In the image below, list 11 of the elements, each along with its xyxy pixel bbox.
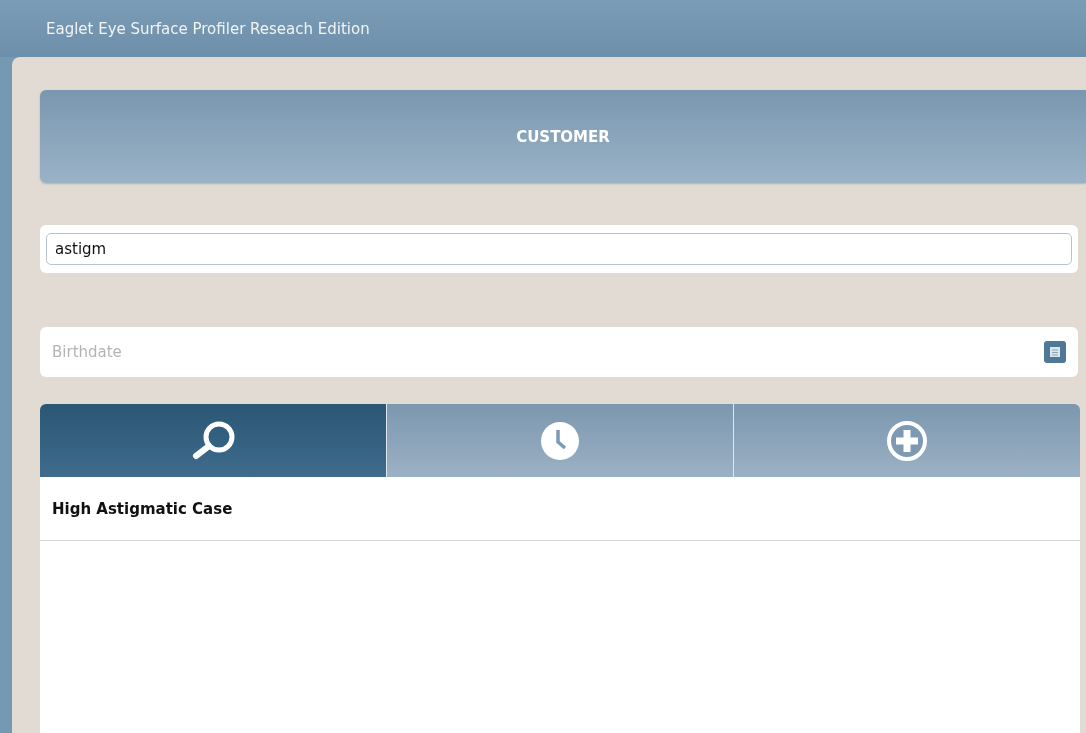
window-title: Eaglet Eye Surface Profiler Reseach Edition bbox=[46, 19, 370, 38]
result-item[interactable]: High Astigmatic Case bbox=[40, 477, 1080, 541]
tab[interactable] bbox=[40, 404, 386, 477]
header-title: CUSTOMER bbox=[516, 127, 610, 146]
birthdate-field[interactable]: Birthdate bbox=[40, 327, 1078, 377]
plus-icon bbox=[887, 420, 927, 461]
search-field[interactable]: astigm bbox=[46, 233, 1072, 265]
clock-icon bbox=[540, 420, 580, 461]
calendar-icon[interactable] bbox=[1044, 341, 1066, 363]
tab[interactable] bbox=[386, 404, 733, 477]
tab[interactable] bbox=[733, 404, 1080, 477]
